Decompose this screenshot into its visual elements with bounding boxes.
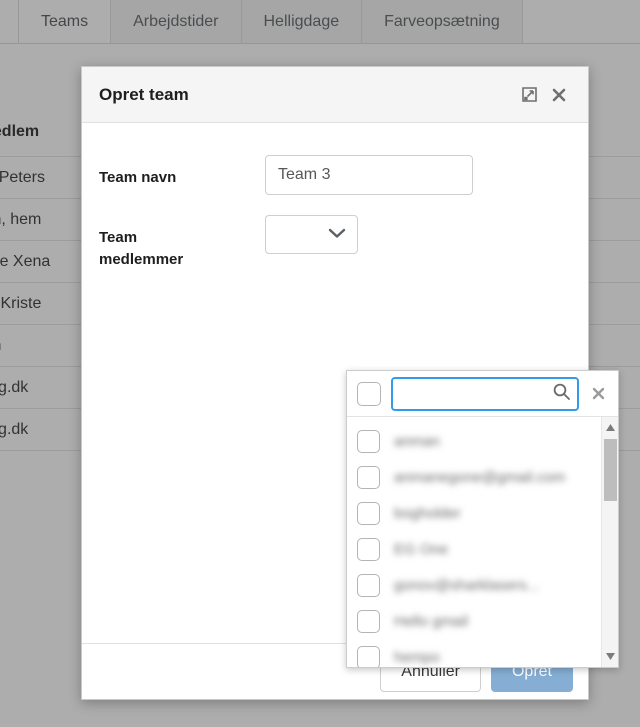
list-item-checkbox[interactable] [357,501,380,525]
list-item[interactable]: anman [347,423,601,459]
team-name-field-row: Team navn [82,155,588,195]
list-item[interactable]: EG One [347,531,601,567]
list-item-label: Hello gmail [394,612,469,630]
dropdown-search-row [347,371,618,417]
member-search-input[interactable] [391,376,579,411]
dialog-title: Opret team [99,84,189,104]
list-item-label: hempo [394,648,440,666]
scroll-up-icon[interactable] [602,419,618,436]
team-members-control [185,215,588,271]
member-list: anman anmanegone@gmail.com bogholder EG … [347,417,601,667]
list-item-label: EG One [394,540,449,558]
list-item-label: gonov@sharklasers... [394,576,540,594]
list-item-checkbox[interactable] [357,645,380,667]
expand-icon[interactable] [514,80,544,110]
screen: Teams Arbejdstider Helligdage Farveopsæt… [0,0,640,727]
list-item-checkbox[interactable] [357,573,380,597]
list-item[interactable]: bogholder [347,495,601,531]
list-item-checkbox[interactable] [357,609,380,633]
team-members-field-row: Team medlemmer [82,215,588,271]
team-members-label: Team medlemmer [99,229,184,268]
list-item-label: anmanegone@gmail.com [394,468,566,486]
team-name-control [185,155,588,195]
team-name-label: Team navn [99,169,177,186]
chevron-down-icon [327,226,347,244]
clear-search-icon[interactable] [587,386,610,401]
scroll-down-icon[interactable] [602,648,618,665]
list-scrollbar[interactable] [601,417,618,667]
list-item[interactable]: hempo [347,639,601,667]
team-name-input[interactable] [265,155,473,195]
select-all-checkbox[interactable] [357,381,381,406]
dropdown-search-wrap [391,376,579,411]
list-item-label: bogholder [394,504,461,522]
team-members-select[interactable] [265,215,358,254]
list-item-checkbox[interactable] [357,537,380,561]
list-item[interactable]: Hello gmail [347,603,601,639]
list-item[interactable]: gonov@sharklasers... [347,567,601,603]
member-dropdown-panel: anman anmanegone@gmail.com bogholder EG … [346,370,619,668]
list-item-label: anman [394,432,440,450]
dropdown-list-wrap: anman anmanegone@gmail.com bogholder EG … [347,417,618,667]
close-icon[interactable] [544,80,574,110]
scrollbar-thumb[interactable] [604,439,617,501]
list-item-checkbox[interactable] [357,465,380,489]
create-team-dialog: Opret team Team navn Team 3 Team medlemm… [81,66,619,700]
list-item-checkbox[interactable] [357,429,380,453]
dialog-header: Opret team [82,67,588,123]
list-item[interactable]: anmanegone@gmail.com [347,459,601,495]
dialog-body: Team navn Team medlemmer [82,123,619,668]
